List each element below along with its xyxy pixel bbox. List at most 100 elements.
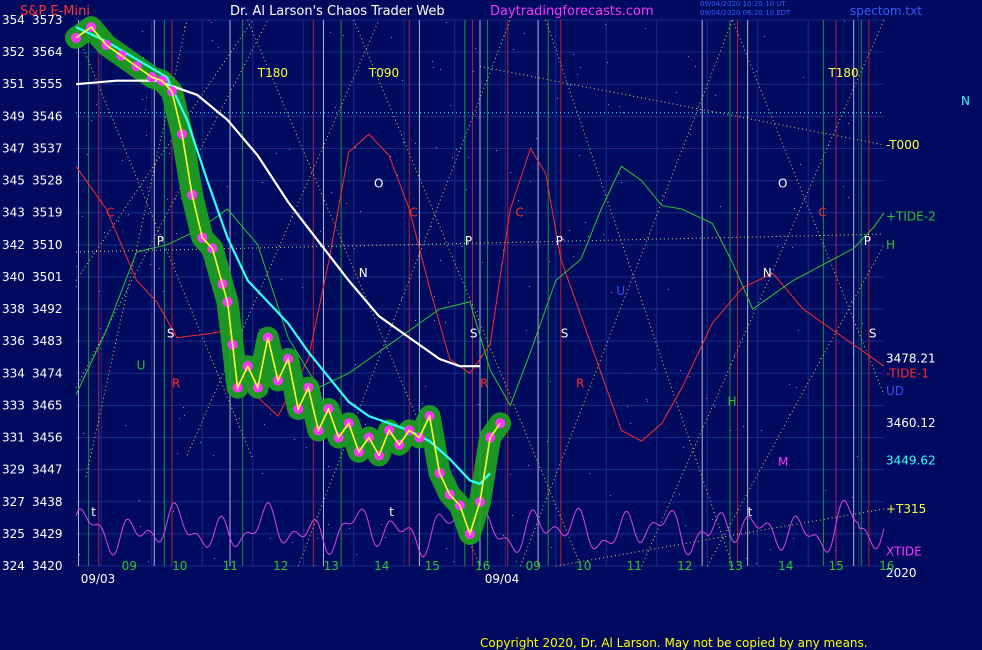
- price-point: [71, 32, 81, 43]
- level-label: -TIDE-1: [886, 366, 929, 380]
- star: [789, 384, 790, 385]
- star: [619, 106, 620, 107]
- y-tick-code: 333: [2, 398, 25, 412]
- y-tick-price: 3528: [32, 174, 63, 188]
- level-label: XTIDE: [886, 545, 922, 559]
- y-tick-code: 338: [2, 302, 25, 316]
- star: [331, 192, 332, 193]
- annotation-label: T180: [827, 66, 858, 80]
- star: [173, 511, 174, 512]
- y-tick-code: 349: [2, 109, 25, 123]
- star: [184, 27, 185, 28]
- star: [317, 538, 318, 539]
- star: [623, 112, 624, 113]
- site-link[interactable]: Daytradingforecasts.com: [490, 4, 654, 19]
- star: [213, 455, 214, 456]
- x-tick-label: 16: [879, 559, 894, 573]
- star: [349, 528, 350, 529]
- star: [259, 329, 260, 330]
- y-tick-price: 3510: [32, 238, 63, 252]
- star: [655, 369, 656, 370]
- star: [147, 187, 148, 188]
- star: [276, 153, 277, 154]
- star: [603, 234, 604, 235]
- star: [453, 561, 454, 562]
- star: [529, 286, 530, 287]
- star: [550, 381, 551, 382]
- star: [512, 515, 513, 516]
- star: [146, 135, 147, 136]
- annotation-label: U: [137, 359, 146, 373]
- star: [270, 414, 271, 415]
- star: [456, 149, 457, 150]
- y-tick-price: 3555: [32, 77, 63, 91]
- star: [356, 554, 357, 555]
- star: [852, 497, 853, 498]
- annotation-label: P: [864, 234, 871, 248]
- x-tick-label: 15: [829, 559, 844, 573]
- y-tick-price: 3456: [32, 431, 63, 445]
- annotation-label: t: [91, 505, 96, 519]
- star: [365, 424, 366, 425]
- star: [82, 216, 83, 217]
- level-label: -T000: [886, 138, 919, 152]
- star: [79, 554, 80, 555]
- y-tick-code: 329: [2, 463, 25, 477]
- star: [528, 465, 529, 466]
- x-tick-label: 16: [475, 559, 490, 573]
- star: [381, 524, 382, 525]
- star: [516, 561, 517, 562]
- star: [175, 198, 176, 199]
- y-tick-price: 3492: [32, 302, 63, 316]
- star: [87, 154, 88, 155]
- star: [524, 33, 525, 34]
- star: [585, 222, 586, 223]
- star: [756, 563, 757, 564]
- annotation-label: S: [561, 327, 569, 341]
- x-date-label: 09/04: [485, 572, 520, 586]
- y-tick-code: 340: [2, 270, 25, 284]
- star: [475, 48, 476, 49]
- annotation-label: C: [818, 205, 826, 219]
- star: [104, 232, 105, 233]
- star: [294, 439, 295, 440]
- annotation-label: P: [157, 234, 164, 248]
- star: [793, 538, 794, 539]
- star: [128, 214, 129, 215]
- star: [478, 404, 479, 405]
- x-tick-label: 11: [223, 559, 238, 573]
- star: [569, 230, 570, 231]
- star: [142, 99, 143, 100]
- star: [468, 157, 469, 158]
- star: [689, 376, 690, 377]
- star: [539, 342, 540, 343]
- star: [425, 386, 426, 387]
- star: [214, 558, 215, 559]
- star: [680, 370, 681, 371]
- star: [695, 66, 696, 67]
- annotation-label: C: [106, 205, 114, 219]
- star: [239, 418, 240, 419]
- star: [76, 286, 77, 287]
- star: [734, 355, 735, 356]
- star: [163, 291, 164, 292]
- star: [335, 107, 336, 108]
- star: [803, 77, 804, 78]
- star: [573, 54, 574, 55]
- star: [360, 211, 361, 212]
- star: [526, 330, 527, 331]
- star: [798, 330, 799, 331]
- star: [683, 447, 684, 448]
- x-tick-label: 13: [324, 559, 339, 573]
- star: [825, 490, 826, 491]
- star: [645, 28, 646, 29]
- star: [848, 123, 849, 124]
- chart-title: Dr. Al Larson's Chaos Trader Web: [230, 4, 445, 19]
- star: [440, 260, 441, 261]
- star: [608, 104, 609, 105]
- annotation-label: C: [409, 205, 417, 219]
- star: [140, 526, 141, 527]
- star: [794, 208, 795, 209]
- star: [452, 157, 453, 158]
- level-label: +T315: [886, 502, 926, 516]
